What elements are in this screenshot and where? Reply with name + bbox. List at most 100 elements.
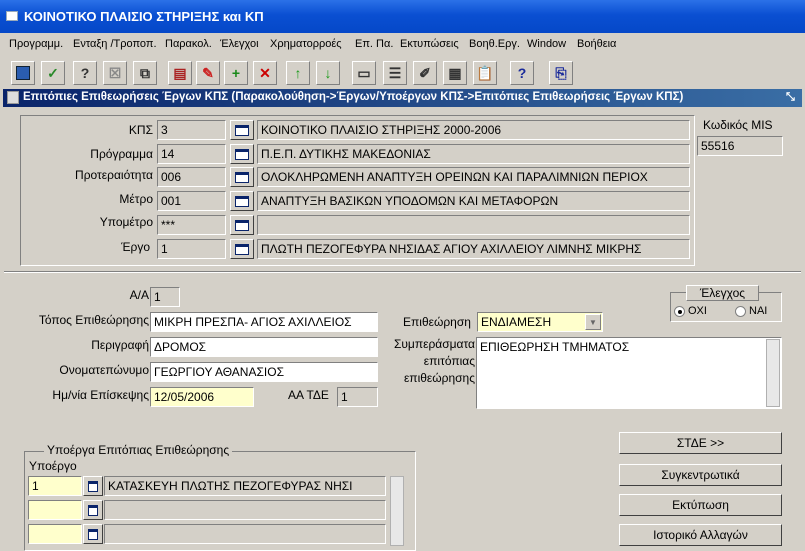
form-title-bar: Επιτόπιες Επιθεωρήσεις Έργων ΚΠΣ (Παρακο… (3, 89, 802, 107)
ergo-desc-field[interactable]: ΠΛΩΤΗ ΠΕΖΟΓΕΦΥΡΑ ΝΗΣΙΔΑΣ ΑΓΙΟΥ ΑΧΙΛΛΕΙΟΥ… (257, 239, 690, 259)
paste-icon[interactable]: 📋 (473, 61, 497, 85)
delete-record-icon[interactable]: ✕ (253, 61, 277, 85)
elegxos-yes-label: ΝΑΙ (749, 305, 768, 317)
metro-lov-button[interactable] (230, 191, 254, 211)
copy-icon[interactable]: ⧉ (133, 61, 157, 85)
ektyposi-button[interactable]: Εκτύπωση (619, 494, 782, 516)
window-title: ΚΟΙΝΟΤΙΚΟ ΠΛΑΙΣΙΟ ΣΤΗΡΙΞΗΣ και ΚΠ (24, 9, 264, 24)
epitheorisi-value: ΕΝΔΙΑΜΕΣΗ (481, 315, 552, 329)
menu-programmata[interactable]: Προγραμμ. (9, 38, 63, 50)
proteraiotita-label: Προτεραιότητα (75, 168, 153, 182)
edit-icon[interactable]: ▤ (168, 61, 192, 85)
metro-code-field[interactable]: 001 (157, 191, 226, 211)
list-icon[interactable]: ☰ (383, 61, 407, 85)
menu-xrimatorroes[interactable]: Χρηματορροές (270, 38, 342, 50)
perigrafi-field[interactable]: ΔΡΟΜΟΣ (150, 337, 378, 357)
subproject-desc-field[interactable] (104, 500, 386, 520)
programma-desc-field[interactable]: Π.Ε.Π. ΔΥΤΙΚΗΣ ΜΑΚΕΔΟΝΙΑΣ (257, 144, 690, 164)
exit-icon[interactable]: ⎘ (549, 61, 573, 85)
stde-button[interactable]: ΣΤΔΕ >> (619, 432, 782, 454)
menu-voitheia[interactable]: Βοήθεια (577, 38, 616, 50)
kps-lov-button[interactable] (230, 120, 254, 140)
mis-field[interactable]: 55516 (697, 136, 783, 156)
help-icon[interactable]: ? (510, 61, 534, 85)
symperasmata-textarea[interactable]: ΕΠΙΘΕΩΡΗΣΗ ΤΜΗΜΑΤΟΣ (476, 337, 782, 409)
synkentrotika-button[interactable]: Συγκεντρωτικά (619, 464, 782, 486)
aa-field[interactable]: 1 (150, 287, 180, 307)
form-icon[interactable]: ✐ (413, 61, 437, 85)
form-title: Επιτόπιες Επιθεωρήσεις Έργων ΚΠΣ (Παρακο… (23, 91, 684, 103)
menu-window[interactable]: Window (527, 38, 566, 50)
list-icon (235, 243, 249, 255)
ypometro-code-field[interactable]: *** (157, 215, 226, 235)
next-record-icon[interactable]: ↓ (316, 61, 340, 85)
previous-record-icon[interactable]: ↑ (286, 61, 310, 85)
elegxos-yes-radio[interactable] (735, 306, 746, 317)
subproject-desc-field[interactable] (104, 524, 386, 544)
menu-ep-pa[interactable]: Επ. Πα. (355, 38, 393, 50)
subproject-lov-button[interactable] (83, 500, 103, 520)
kps-code-field[interactable]: 3 (157, 120, 226, 140)
date-label: Ημ/νία Επίσκεψης (52, 388, 149, 402)
programma-lov-button[interactable] (230, 144, 254, 164)
menu-elegxoi[interactable]: Έλεγχοι (220, 38, 259, 50)
form-icon (7, 91, 19, 104)
date-field[interactable]: 12/05/2006 (150, 387, 254, 407)
ypometro-lov-button[interactable] (230, 215, 254, 235)
subprojects-group-label: Υποέργα Επιτόπιας Επιθεώρησης (44, 443, 233, 457)
subproject-code-field[interactable]: 1 (28, 476, 82, 496)
istoriko-button[interactable]: Ιστορικό Αλλαγών (619, 524, 782, 546)
separator (4, 271, 801, 273)
onomateponymo-label: Ονοματεπώνυμο (59, 363, 149, 377)
minimize-icon[interactable]: ⤡ (786, 91, 798, 104)
aa-tde-label: ΑΑ ΤΔΕ (288, 388, 329, 402)
query-icon[interactable]: ? (73, 61, 97, 85)
programma-label: Πρόγραμμα (90, 147, 153, 161)
list-icon (235, 124, 249, 136)
subproject-lov-button[interactable] (83, 476, 103, 496)
subprojects-scrollbar[interactable] (390, 476, 404, 546)
metro-desc-field[interactable]: ΑΝΑΠΤΥΞΗ ΒΑΣΙΚΩΝ ΥΠΟΔΟΜΩΝ ΚΑΙ ΜΕΤΑΦΟΡΩΝ (257, 191, 690, 211)
ergo-label: Έργο (121, 240, 150, 254)
list-icon (88, 480, 98, 492)
elegxos-label: Έλεγχος (686, 285, 759, 301)
proteraiotita-desc-field[interactable]: ΟΛΟΚΛΗΡΩΜΕΝΗ ΑΝΑΠΤΥΞΗ ΟΡΕΙΝΩΝ ΚΑΙ ΠΑΡΑΛΙ… (257, 167, 690, 187)
insert-record-icon[interactable]: + (224, 61, 248, 85)
menu-entaxi[interactable]: Ενταξη /Τροποπ. (73, 38, 157, 50)
list-icon (235, 171, 249, 183)
elegxos-no-radio[interactable] (674, 306, 685, 317)
menu-parakol[interactable]: Παρακολ. (165, 38, 212, 50)
subproject-lov-button[interactable] (83, 524, 103, 544)
menu-voith-erg[interactable]: Βοηθ.Εργ. (469, 38, 520, 50)
elegxos-no-label: ΟΧΙ (688, 305, 707, 317)
menu-ektyposeis[interactable]: Εκτυπώσεις (400, 38, 459, 50)
kps-desc-field[interactable]: ΚΟΙΝΟΤΙΚΟ ΠΛΑΙΣΙΟ ΣΤΗΡΙΞΗΣ 2000-2006 (257, 120, 690, 140)
accept-icon[interactable]: ✓ (41, 61, 65, 85)
onomateponymo-field[interactable]: ΓΕΩΡΓΙΟΥ ΑΘΑΝΑΣΙΟΣ (150, 362, 378, 382)
subproject-desc-field[interactable]: ΚΑΤΑΣΚΕΥΗ ΠΛΩΤΗΣ ΠΕΖΟΓΕΦΥΡΑΣ ΝΗΣΙ (104, 476, 386, 496)
aa-label: Α/Α (129, 288, 149, 302)
mis-label: Κωδικός MIS (703, 118, 773, 132)
ypometro-desc-field[interactable] (257, 215, 690, 235)
proteraiotita-code-field[interactable]: 006 (157, 167, 226, 187)
print-icon[interactable]: ▭ (352, 61, 376, 85)
ergo-lov-button[interactable] (230, 239, 254, 259)
report-icon[interactable]: ▦ (443, 61, 467, 85)
subproject-code-field[interactable] (28, 524, 82, 544)
chevron-down-icon[interactable]: ▼ (585, 314, 601, 330)
ergo-code-field[interactable]: 1 (157, 239, 226, 259)
list-icon (235, 219, 249, 231)
list-icon (88, 528, 98, 540)
kps-label: ΚΠΣ (128, 123, 153, 137)
toolbar: ✓ ? ☒ ⧉ ▤ ✎ + ✕ ↑ ↓ ▭ ☰ ✐ ▦ 📋 ? ⎘ (0, 57, 805, 88)
epitheorisi-select[interactable]: ΕΝΔΙΑΜΕΣΗ ▼ (477, 312, 603, 332)
subproject-code-field[interactable] (28, 500, 82, 520)
programma-code-field[interactable]: 14 (157, 144, 226, 164)
symperasmata-scrollbar[interactable] (766, 339, 780, 407)
aa-tde-field[interactable]: 1 (337, 387, 378, 407)
proteraiotita-lov-button[interactable] (230, 167, 254, 187)
clear-icon[interactable]: ✎ (196, 61, 220, 85)
save-icon[interactable] (11, 61, 35, 85)
cancel-query-icon[interactable]: ☒ (103, 61, 127, 85)
topos-field[interactable]: ΜΙΚΡΗ ΠΡΕΣΠΑ- ΑΓΙΟΣ ΑΧΙΛΛΕΙΟΣ (150, 312, 378, 332)
